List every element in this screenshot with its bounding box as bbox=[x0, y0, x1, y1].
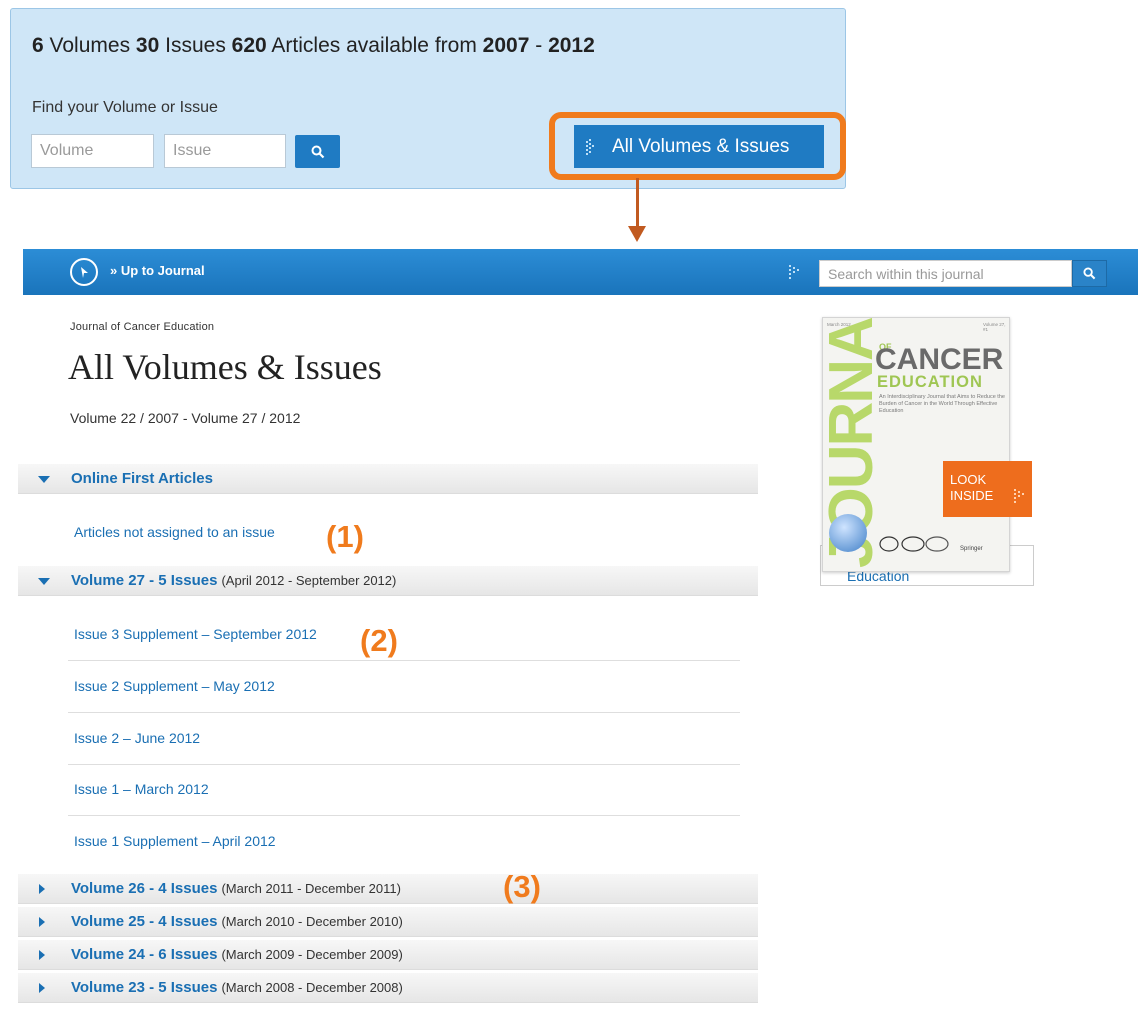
section-dates: (March 2011 - December 2011) bbox=[221, 881, 401, 896]
section-dates: (April 2012 - September 2012) bbox=[221, 573, 397, 588]
section-volume-26[interactable]: Volume 26 - 4 Issues (March 2011 - Decem… bbox=[18, 874, 758, 904]
issue-link[interactable]: Issue 2 – June 2012 bbox=[74, 730, 200, 746]
annotation-2: (2) bbox=[360, 623, 398, 658]
compass-needle-icon bbox=[81, 267, 88, 278]
find-search-button[interactable] bbox=[295, 135, 340, 168]
section-volume-27[interactable]: Volume 27 - 5 Issues (April 2012 - Septe… bbox=[18, 566, 758, 596]
page-title: All Volumes & Issues bbox=[68, 347, 382, 387]
issue-link[interactable]: Issue 3 Supplement – September 2012 bbox=[74, 626, 317, 642]
arrow-right-icon bbox=[586, 138, 594, 155]
section-volume-23[interactable]: Volume 23 - 5 Issues (March 2008 - Decem… bbox=[18, 973, 758, 1003]
arrow-right-icon bbox=[1014, 489, 1024, 503]
section-title: Volume 26 - 4 Issues bbox=[71, 880, 218, 897]
search-icon bbox=[311, 145, 324, 158]
divider bbox=[68, 712, 740, 713]
cover-society-logos bbox=[879, 536, 949, 552]
year-dash: - bbox=[535, 34, 543, 57]
issue-link[interactable]: Issue 1 – March 2012 bbox=[74, 781, 209, 797]
journal-search-button[interactable] bbox=[1072, 260, 1107, 287]
globe-icon bbox=[829, 514, 867, 552]
section-volume-25[interactable]: Volume 25 - 4 Issues (March 2010 - Decem… bbox=[18, 907, 758, 937]
look-inside-button[interactable]: LOOK INSIDE bbox=[943, 461, 1032, 517]
journal-search-input[interactable] bbox=[819, 260, 1072, 287]
issues-count: 30 bbox=[135, 34, 160, 57]
section-title: Volume 23 - 5 Issues bbox=[71, 979, 218, 996]
collapsed-triangle-icon bbox=[39, 916, 45, 927]
cover-issue: Volume 27, #1 bbox=[983, 322, 1006, 332]
journal-cover-image[interactable]: March 2012 Volume 27, #1 JOURNAL OF CANC… bbox=[822, 317, 1010, 572]
annotation-1: (1) bbox=[326, 519, 364, 554]
connector-line bbox=[636, 178, 639, 230]
issue-input[interactable] bbox=[164, 134, 286, 168]
cover-education-word: EDUCATION bbox=[877, 373, 983, 391]
journal-name: Journal of Cancer Education bbox=[70, 321, 215, 333]
divider bbox=[68, 815, 740, 816]
compass-icon[interactable] bbox=[70, 258, 98, 286]
journal-navbar: » Up to Journal bbox=[23, 249, 1138, 295]
section-title: Volume 24 - 6 Issues bbox=[71, 946, 218, 963]
search-arrow-icon bbox=[789, 265, 799, 279]
section-title: Online First Articles bbox=[71, 470, 213, 487]
summary-line: 6 Volumes 30 Issues 620 Articles availab… bbox=[32, 34, 595, 58]
cover-publisher: Springer bbox=[960, 546, 983, 552]
issues-label: Issues bbox=[165, 34, 226, 57]
year-to: 2012 bbox=[548, 34, 595, 57]
issue-link[interactable]: Articles not assigned to an issue bbox=[74, 524, 275, 540]
articles-label: Articles available from bbox=[271, 34, 477, 57]
volume-range: Volume 22 / 2007 - Volume 27 / 2012 bbox=[70, 410, 301, 426]
cover-cancer-word: CANCER bbox=[875, 343, 1004, 376]
section-dates: (March 2008 - December 2008) bbox=[221, 980, 403, 995]
collapsed-triangle-icon bbox=[39, 982, 45, 993]
divider bbox=[68, 660, 740, 661]
volume-input[interactable] bbox=[31, 134, 154, 168]
articles-count: 620 bbox=[231, 34, 267, 57]
section-dates: (March 2009 - December 2009) bbox=[221, 947, 403, 962]
all-volumes-button[interactable]: All Volumes & Issues bbox=[574, 125, 824, 168]
connector-arrowhead bbox=[628, 226, 646, 242]
issue-link[interactable]: Issue 2 Supplement – May 2012 bbox=[74, 678, 275, 694]
section-title: Volume 25 - 4 Issues bbox=[71, 913, 218, 930]
collapsed-triangle-icon bbox=[39, 949, 45, 960]
issue-link[interactable]: Issue 1 Supplement – April 2012 bbox=[74, 833, 276, 849]
volumes-label: Volumes bbox=[49, 34, 131, 57]
volumes-count: 6 bbox=[32, 34, 44, 57]
divider bbox=[68, 764, 740, 765]
section-dates: (March 2010 - December 2010) bbox=[221, 914, 403, 929]
all-volumes-label: All Volumes & Issues bbox=[612, 135, 790, 157]
annotation-3: (3) bbox=[503, 869, 541, 904]
year-from: 2007 bbox=[482, 34, 530, 57]
collapsed-triangle-icon bbox=[39, 883, 45, 894]
expanded-triangle-icon bbox=[38, 578, 50, 585]
expanded-triangle-icon bbox=[38, 476, 50, 483]
find-label: Find your Volume or Issue bbox=[32, 99, 218, 116]
search-icon bbox=[1083, 267, 1096, 280]
look-inside-line1: LOOK bbox=[950, 472, 987, 487]
section-title: Volume 27 - 5 Issues bbox=[71, 572, 218, 589]
cover-tagline: An Interdisciplinary Journal that Aims t… bbox=[879, 394, 1005, 414]
section-volume-24[interactable]: Volume 24 - 6 Issues (March 2009 - Decem… bbox=[18, 940, 758, 970]
up-to-journal-link[interactable]: » Up to Journal bbox=[110, 263, 205, 278]
section-online-first[interactable]: Online First Articles bbox=[18, 464, 758, 494]
